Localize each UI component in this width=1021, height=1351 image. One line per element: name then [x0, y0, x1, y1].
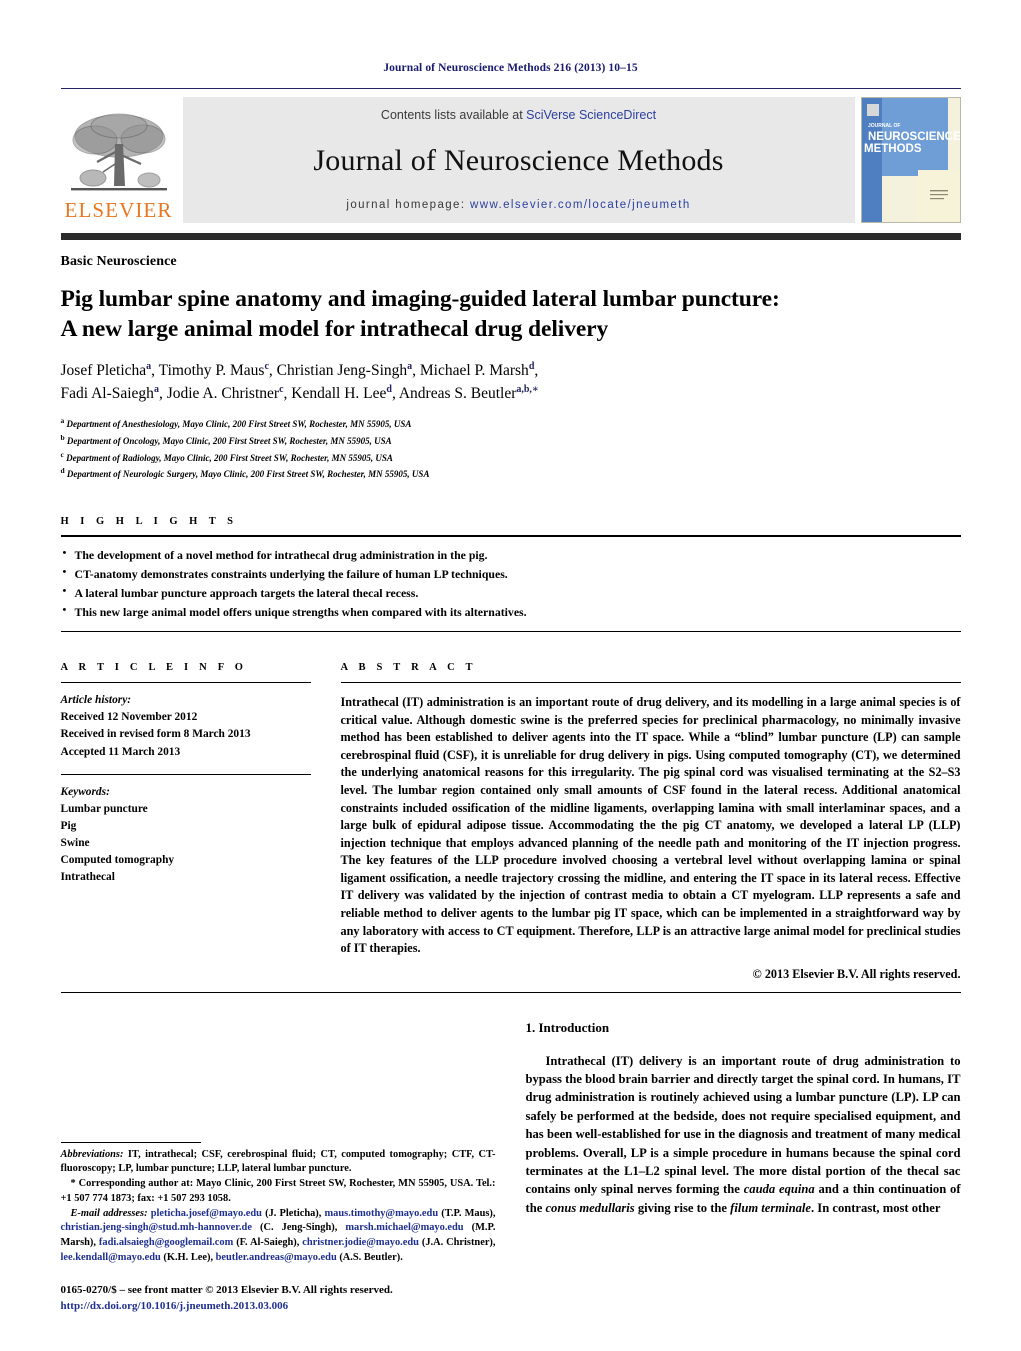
footnotes-block: Abbreviations: IT, intrathecal; CSF, cer…	[60, 1141, 496, 1315]
cover-art: JOURNAL OF NEUROSCIENCE METHODS	[861, 98, 960, 222]
keyword-item: Swine	[60, 836, 90, 849]
title-line-2: A new large animal model for intrathecal…	[60, 315, 609, 342]
highlights-heading: H I G H L I G H T S	[60, 515, 238, 527]
article-info-column: A R T I C L E I N F O Article history: R…	[60, 662, 311, 981]
abstract-copyright: © 2013 Elsevier B.V. All rights reserved…	[752, 966, 961, 981]
keywords-rule	[60, 773, 311, 775]
author-list: Josef Pletichaa, Timothy P. Mausc, Chris…	[61, 360, 961, 405]
keywords-label: Keywords:	[60, 785, 110, 798]
author-line-2: Fadi Al-Saiegha, Jodie A. Christnerc, Ke…	[60, 383, 539, 402]
keywords-block: Keywords: Lumbar puncture Pig Swine Comp…	[61, 784, 311, 887]
affiliation-item: c Department of Radiology, Mayo Clinic, …	[60, 449, 393, 463]
masthead-bottom-bar	[60, 233, 961, 240]
journal-cover-thumbnail[interactable]: JOURNAL OF NEUROSCIENCE METHODS	[860, 97, 961, 223]
abstract-bottom-rule	[60, 991, 961, 993]
body-columns: Abbreviations: IT, intrathecal; CSF, cer…	[60, 1015, 961, 1315]
keyword-item: Computed tomography	[60, 854, 175, 867]
doi-link[interactable]: http://dx.doi.org/10.1016/j.jneumeth.201…	[61, 1298, 496, 1315]
article-history-block: Article history: Received 12 November 20…	[61, 692, 311, 760]
elsevier-logo: ELSEVIER	[61, 97, 177, 223]
affiliation-item: d Department of Neurologic Surgery, Mayo…	[60, 466, 430, 480]
affiliation-item: b Department of Oncology, Mayo Clinic, 2…	[60, 433, 392, 447]
page-title: Pig lumbar spine anatomy and imaging-gui…	[61, 285, 961, 344]
journal-section-label: Basic Neuroscience	[60, 254, 177, 269]
svg-text:NEUROSCIENCE: NEUROSCIENCE	[868, 131, 960, 143]
article-history-label: Article history:	[60, 694, 132, 707]
contents-prefix: Contents lists available at	[380, 108, 527, 122]
history-item: Received 12 November 2012	[60, 711, 198, 724]
keyword-item: Intrathecal	[60, 871, 115, 884]
running-head: Journal of Neuroscience Methods 216 (201…	[383, 62, 638, 74]
article-info-heading: A R T I C L E I N F O	[60, 662, 248, 674]
journal-homepage-line: journal homepage: www.elsevier.com/locat…	[346, 199, 690, 211]
introduction-column: 1. Introduction Intrathecal (IT) deliver…	[526, 1015, 961, 1217]
elsevier-wordmark: ELSEVIER	[64, 198, 173, 222]
keyword-item: Lumbar puncture	[60, 802, 148, 815]
abstract-body: Intrathecal (IT) administration is an im…	[340, 695, 961, 956]
info-abstract-row: A R T I C L E I N F O Article history: R…	[60, 662, 961, 981]
elsevier-tree-icon	[70, 113, 167, 191]
issn-line: 0165-0270/$ – see front matter © 2013 El…	[60, 1283, 393, 1296]
email-addresses-footnote: E-mail addresses: pleticha.josef@mayo.ed…	[60, 1207, 496, 1263]
sciencedirect-link[interactable]: SciVerse ScienceDirect	[526, 108, 656, 122]
abstract-column: A B S T R A C T Intrathecal (IT) adminis…	[340, 662, 961, 981]
article-info-rule	[60, 682, 311, 684]
abstract-heading: A B S T R A C T	[340, 662, 477, 674]
list-item: The development of a novel method for in…	[61, 545, 961, 565]
list-item: CT-anatomy demonstrates constraints unde…	[61, 564, 961, 584]
highlights-list: The development of a novel method for in…	[61, 545, 961, 622]
svg-text:METHODS: METHODS	[864, 143, 922, 155]
footnote-rule	[60, 1141, 201, 1143]
list-item: This new large animal model offers uniqu…	[61, 602, 961, 622]
introduction-heading: 1. Introduction	[525, 1019, 610, 1035]
journal-article-page: Journal of Neuroscience Methods 216 (201…	[0, 0, 1021, 1351]
list-item: A lateral lumbar puncture approach targe…	[61, 583, 961, 603]
homepage-prefix: journal homepage:	[346, 199, 471, 211]
homepage-url-link[interactable]: www.elsevier.com/locate/jneumeth	[470, 199, 691, 211]
affiliation-item: a Department of Anesthesiology, Mayo Cli…	[60, 416, 412, 430]
svg-text:JOURNAL OF: JOURNAL OF	[868, 123, 900, 129]
history-item: Accepted 11 March 2013	[60, 745, 181, 758]
introduction-paragraph: Intrathecal (IT) delivery is an importan…	[525, 1053, 961, 1215]
masthead-center-panel: Contents lists available at SciVerse Sci…	[182, 97, 855, 223]
history-item: Received in revised form 8 March 2013	[60, 728, 251, 741]
issn-copyright-block: 0165-0270/$ – see front matter © 2013 El…	[61, 1282, 496, 1315]
corresponding-author-footnote: * Corresponding author at: Mayo Clinic, …	[60, 1178, 496, 1204]
title-line-1: Pig lumbar spine anatomy and imaging-gui…	[60, 286, 780, 312]
journal-masthead: ELSEVIER Contents lists available at Sci…	[61, 97, 961, 223]
running-head-rule	[60, 88, 961, 89]
affiliation-list: a Department of Anesthesiology, Mayo Cli…	[61, 415, 961, 481]
author-line-1: Josef Pletichaa, Timothy P. Mausc, Chris…	[60, 361, 539, 380]
abstract-rule	[340, 682, 961, 684]
highlights-top-rule	[60, 534, 961, 537]
highlights-bottom-rule	[60, 631, 961, 633]
footnotes-column: Abbreviations: IT, intrathecal; CSF, cer…	[60, 1015, 496, 1315]
contents-available-line: Contents lists available at SciVerse Sci…	[381, 108, 656, 122]
abbreviations-footnote: Abbreviations: IT, intrathecal; CSF, cer…	[60, 1148, 496, 1175]
keyword-item: Pig	[60, 819, 77, 832]
journal-title: Journal of Neuroscience Methods	[313, 143, 724, 177]
